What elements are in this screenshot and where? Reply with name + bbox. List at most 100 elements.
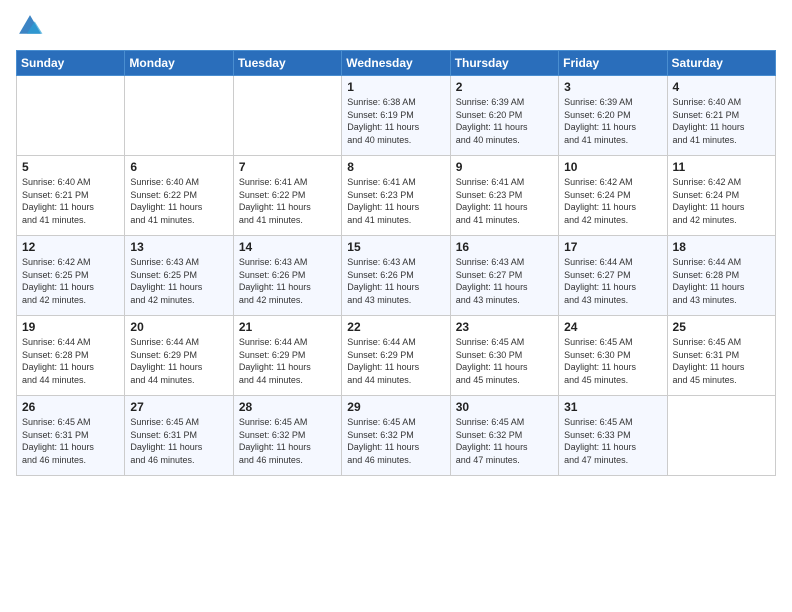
day-info: Sunrise: 6:45 AM Sunset: 6:32 PM Dayligh… xyxy=(347,416,444,466)
calendar-cell: 11 Sunrise: 6:42 AM Sunset: 6:24 PM Dayli… xyxy=(667,156,775,236)
day-header-friday: Friday xyxy=(559,51,667,76)
calendar-cell xyxy=(17,76,125,156)
day-number: 25 xyxy=(673,320,770,334)
day-header-sunday: Sunday xyxy=(17,51,125,76)
day-info: Sunrise: 6:41 AM Sunset: 6:23 PM Dayligh… xyxy=(456,176,553,226)
day-number: 12 xyxy=(22,240,119,254)
day-number: 17 xyxy=(564,240,661,254)
day-number: 16 xyxy=(456,240,553,254)
calendar-cell: 30Sunrise: 6:45 AM Sunset: 6:32 PM Dayli… xyxy=(450,396,558,476)
calendar-week-5: 26Sunrise: 6:45 AM Sunset: 6:31 PM Dayli… xyxy=(17,396,776,476)
calendar-cell: 5 Sunrise: 6:40 AM Sunset: 6:21 PM Daylig… xyxy=(17,156,125,236)
day-number: 20 xyxy=(130,320,227,334)
day-number: 28 xyxy=(239,400,336,414)
day-number: 19 xyxy=(22,320,119,334)
calendar-cell: 10 Sunrise: 6:42 AM Sunset: 6:24 PM Dayli… xyxy=(559,156,667,236)
logo-icon xyxy=(16,12,44,40)
day-header-monday: Monday xyxy=(125,51,233,76)
day-info: Sunrise: 6:40 AM Sunset: 6:22 PM Dayligh… xyxy=(130,176,227,226)
calendar-cell xyxy=(667,396,775,476)
day-info: Sunrise: 6:43 AM Sunset: 6:26 PM Dayligh… xyxy=(347,256,444,306)
day-info: Sunrise: 6:41 AM Sunset: 6:22 PM Dayligh… xyxy=(239,176,336,226)
day-number: 14 xyxy=(239,240,336,254)
day-number: 1 xyxy=(347,80,444,94)
day-info: Sunrise: 6:43 AM Sunset: 6:25 PM Dayligh… xyxy=(130,256,227,306)
day-number: 23 xyxy=(456,320,553,334)
calendar-cell: 18Sunrise: 6:44 AM Sunset: 6:28 PM Dayli… xyxy=(667,236,775,316)
header xyxy=(16,12,776,40)
day-info: Sunrise: 6:45 AM Sunset: 6:32 PM Dayligh… xyxy=(456,416,553,466)
day-info: Sunrise: 6:45 AM Sunset: 6:30 PM Dayligh… xyxy=(456,336,553,386)
calendar-cell: 26Sunrise: 6:45 AM Sunset: 6:31 PM Dayli… xyxy=(17,396,125,476)
day-info: Sunrise: 6:42 AM Sunset: 6:25 PM Dayligh… xyxy=(22,256,119,306)
calendar-cell: 25 Sunrise: 6:45 AM Sunset: 6:31 PM Dayli… xyxy=(667,316,775,396)
day-number: 26 xyxy=(22,400,119,414)
day-header-tuesday: Tuesday xyxy=(233,51,341,76)
calendar-week-1: 1 Sunrise: 6:38 AM Sunset: 6:19 PM Daylig… xyxy=(17,76,776,156)
calendar-cell: 16 Sunrise: 6:43 AM Sunset: 6:27 PM Dayli… xyxy=(450,236,558,316)
day-number: 7 xyxy=(239,160,336,174)
day-info: Sunrise: 6:40 AM Sunset: 6:21 PM Dayligh… xyxy=(673,96,770,146)
day-number: 8 xyxy=(347,160,444,174)
calendar-week-2: 5 Sunrise: 6:40 AM Sunset: 6:21 PM Daylig… xyxy=(17,156,776,236)
calendar-header-row: SundayMondayTuesdayWednesdayThursdayFrid… xyxy=(17,51,776,76)
day-info: Sunrise: 6:44 AM Sunset: 6:29 PM Dayligh… xyxy=(347,336,444,386)
calendar-cell: 12 Sunrise: 6:42 AM Sunset: 6:25 PM Dayli… xyxy=(17,236,125,316)
calendar-cell xyxy=(233,76,341,156)
day-number: 11 xyxy=(673,160,770,174)
day-info: Sunrise: 6:42 AM Sunset: 6:24 PM Dayligh… xyxy=(564,176,661,226)
logo xyxy=(16,12,48,40)
day-header-saturday: Saturday xyxy=(667,51,775,76)
day-header-wednesday: Wednesday xyxy=(342,51,450,76)
calendar-cell: 9 Sunrise: 6:41 AM Sunset: 6:23 PM Daylig… xyxy=(450,156,558,236)
calendar-cell: 27Sunrise: 6:45 AM Sunset: 6:31 PM Dayli… xyxy=(125,396,233,476)
day-number: 24 xyxy=(564,320,661,334)
calendar-cell: 3Sunrise: 6:39 AM Sunset: 6:20 PM Daylig… xyxy=(559,76,667,156)
calendar-cell: 6 Sunrise: 6:40 AM Sunset: 6:22 PM Daylig… xyxy=(125,156,233,236)
calendar-cell: 20 Sunrise: 6:44 AM Sunset: 6:29 PM Dayli… xyxy=(125,316,233,396)
day-info: Sunrise: 6:45 AM Sunset: 6:32 PM Dayligh… xyxy=(239,416,336,466)
calendar-cell: 31 Sunrise: 6:45 AM Sunset: 6:33 PM Dayli… xyxy=(559,396,667,476)
day-info: Sunrise: 6:39 AM Sunset: 6:20 PM Dayligh… xyxy=(564,96,661,146)
day-info: Sunrise: 6:45 AM Sunset: 6:31 PM Dayligh… xyxy=(673,336,770,386)
day-info: Sunrise: 6:44 AM Sunset: 6:29 PM Dayligh… xyxy=(130,336,227,386)
day-number: 13 xyxy=(130,240,227,254)
day-info: Sunrise: 6:41 AM Sunset: 6:23 PM Dayligh… xyxy=(347,176,444,226)
calendar-cell: 14 Sunrise: 6:43 AM Sunset: 6:26 PM Dayli… xyxy=(233,236,341,316)
day-info: Sunrise: 6:43 AM Sunset: 6:26 PM Dayligh… xyxy=(239,256,336,306)
calendar-cell: 17 Sunrise: 6:44 AM Sunset: 6:27 PM Dayli… xyxy=(559,236,667,316)
day-number: 10 xyxy=(564,160,661,174)
calendar-cell: 23 Sunrise: 6:45 AM Sunset: 6:30 PM Dayli… xyxy=(450,316,558,396)
day-info: Sunrise: 6:43 AM Sunset: 6:27 PM Dayligh… xyxy=(456,256,553,306)
day-number: 15 xyxy=(347,240,444,254)
day-info: Sunrise: 6:42 AM Sunset: 6:24 PM Dayligh… xyxy=(673,176,770,226)
day-info: Sunrise: 6:44 AM Sunset: 6:29 PM Dayligh… xyxy=(239,336,336,386)
day-number: 29 xyxy=(347,400,444,414)
calendar-week-3: 12 Sunrise: 6:42 AM Sunset: 6:25 PM Dayli… xyxy=(17,236,776,316)
day-number: 31 xyxy=(564,400,661,414)
day-number: 27 xyxy=(130,400,227,414)
calendar-cell: 13 Sunrise: 6:43 AM Sunset: 6:25 PM Dayli… xyxy=(125,236,233,316)
page: SundayMondayTuesdayWednesdayThursdayFrid… xyxy=(0,0,792,612)
day-info: Sunrise: 6:39 AM Sunset: 6:20 PM Dayligh… xyxy=(456,96,553,146)
calendar-cell: 7 Sunrise: 6:41 AM Sunset: 6:22 PM Daylig… xyxy=(233,156,341,236)
calendar-table: SundayMondayTuesdayWednesdayThursdayFrid… xyxy=(16,50,776,476)
day-info: Sunrise: 6:44 AM Sunset: 6:27 PM Dayligh… xyxy=(564,256,661,306)
calendar-cell: 28 Sunrise: 6:45 AM Sunset: 6:32 PM Dayli… xyxy=(233,396,341,476)
day-info: Sunrise: 6:38 AM Sunset: 6:19 PM Dayligh… xyxy=(347,96,444,146)
day-info: Sunrise: 6:45 AM Sunset: 6:33 PM Dayligh… xyxy=(564,416,661,466)
day-header-thursday: Thursday xyxy=(450,51,558,76)
day-number: 22 xyxy=(347,320,444,334)
day-number: 18 xyxy=(673,240,770,254)
day-number: 9 xyxy=(456,160,553,174)
calendar-cell: 29 Sunrise: 6:45 AM Sunset: 6:32 PM Dayli… xyxy=(342,396,450,476)
day-info: Sunrise: 6:45 AM Sunset: 6:30 PM Dayligh… xyxy=(564,336,661,386)
day-info: Sunrise: 6:44 AM Sunset: 6:28 PM Dayligh… xyxy=(22,336,119,386)
day-number: 5 xyxy=(22,160,119,174)
day-number: 21 xyxy=(239,320,336,334)
calendar-week-4: 19 Sunrise: 6:44 AM Sunset: 6:28 PM Dayli… xyxy=(17,316,776,396)
calendar-cell: 2Sunrise: 6:39 AM Sunset: 6:20 PM Daylig… xyxy=(450,76,558,156)
day-number: 6 xyxy=(130,160,227,174)
calendar-cell: 4Sunrise: 6:40 AM Sunset: 6:21 PM Daylig… xyxy=(667,76,775,156)
day-info: Sunrise: 6:40 AM Sunset: 6:21 PM Dayligh… xyxy=(22,176,119,226)
